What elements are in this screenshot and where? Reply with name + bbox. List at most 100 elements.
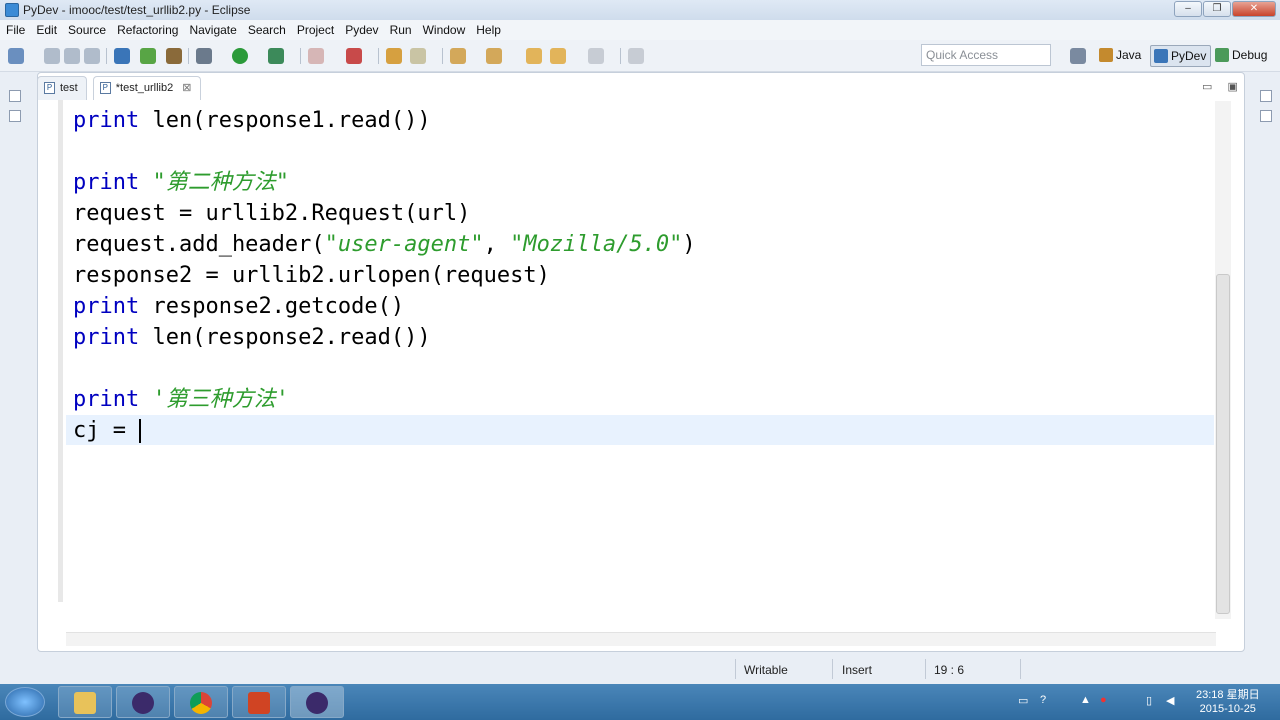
refresh-icon[interactable] xyxy=(140,48,156,64)
code-token: , xyxy=(483,232,511,257)
run-icon[interactable] xyxy=(232,48,248,64)
record-icon[interactable]: ● xyxy=(1100,694,1107,706)
network-icon[interactable]: ▭ xyxy=(1018,694,1028,707)
minimize-button[interactable]: – xyxy=(1174,1,1202,17)
tab-test-urllib2-label: *test_urllib2 xyxy=(115,82,174,94)
menu-navigate[interactable]: Navigate xyxy=(189,23,236,37)
code-token: request.add_header( xyxy=(73,232,325,257)
print-icon[interactable] xyxy=(84,48,100,64)
text-caret xyxy=(139,419,142,443)
maximize-button[interactable]: ❐ xyxy=(1203,1,1231,17)
bug-icon xyxy=(1215,48,1229,62)
code-line: cj = xyxy=(73,415,142,446)
string-token: "第二种方法" xyxy=(152,170,289,195)
external-tools-icon[interactable] xyxy=(346,48,362,64)
menu-file[interactable]: File xyxy=(6,23,25,37)
menu-pydev[interactable]: Pydev xyxy=(345,23,378,37)
code-line: request = urllib2.Request(url) xyxy=(73,198,470,229)
perspective-java[interactable]: Java xyxy=(1096,45,1145,67)
annotation-prev-icon[interactable] xyxy=(486,48,502,64)
menu-run[interactable]: Run xyxy=(390,23,412,37)
annotation-next-icon[interactable] xyxy=(450,48,466,64)
status-bar: Writable Insert 19 : 6 xyxy=(0,655,1280,683)
tab-test-urllib2[interactable]: P *test_urllib2 ⊠ xyxy=(92,76,201,100)
close-button[interactable]: ✕ xyxy=(1232,1,1276,17)
stop-icon[interactable] xyxy=(308,48,324,64)
code-line: print len(response1.read()) xyxy=(73,105,431,136)
left-trim-stack xyxy=(0,72,30,682)
taskbar-eclipse[interactable] xyxy=(116,686,170,718)
start-button[interactable] xyxy=(5,687,45,717)
package-explorer-icon[interactable] xyxy=(9,110,21,122)
python-icon[interactable] xyxy=(114,48,130,64)
maximize-view-icon[interactable]: ▣ xyxy=(1227,81,1237,93)
code-line: print response2.getcode() xyxy=(73,291,404,322)
code-line: response2 = urllib2.urlopen(request) xyxy=(73,260,550,291)
perspective-pydev[interactable]: PyDev xyxy=(1150,45,1212,67)
menu-edit[interactable]: Edit xyxy=(36,23,57,37)
run-config-icon[interactable] xyxy=(268,48,284,64)
windows-taskbar: ▭ ? ▲ ● ▯ ◀ 23:18 星期日 2015-10-25 xyxy=(0,684,1280,720)
chrome-icon xyxy=(190,692,212,714)
writable-status: Writable xyxy=(744,663,788,677)
java-icon xyxy=(1099,48,1113,62)
pencil-icon[interactable] xyxy=(410,48,426,64)
taskbar-explorer[interactable] xyxy=(58,686,112,718)
folder-icon xyxy=(74,692,96,714)
taskbar-chrome[interactable] xyxy=(174,686,228,718)
package-icon[interactable] xyxy=(166,48,182,64)
code-line: print '第三种方法' xyxy=(73,384,289,415)
taskbar-eclipse-active[interactable] xyxy=(290,686,344,718)
quick-access-input[interactable]: Quick Access xyxy=(921,44,1051,66)
keyword-token: print xyxy=(73,108,140,133)
debug-icon[interactable] xyxy=(196,48,212,64)
menu-refactoring[interactable]: Refactoring xyxy=(117,23,178,37)
code-token: response2 = urllib2.urlopen(request) xyxy=(73,263,550,288)
vertical-scroll-thumb[interactable] xyxy=(1216,274,1230,614)
tab-test-label: test xyxy=(60,82,78,94)
python-file-icon: P xyxy=(99,82,111,94)
help-icon[interactable]: ? xyxy=(1040,694,1046,706)
restore-right-icon[interactable] xyxy=(1260,90,1272,102)
open-folder-icon[interactable] xyxy=(386,48,402,64)
cursor-position: 19 : 6 xyxy=(934,663,965,677)
menu-search[interactable]: Search xyxy=(248,23,286,37)
battery-icon[interactable]: ▯ xyxy=(1146,694,1152,707)
perspective-pydev-label: PyDev xyxy=(1171,49,1207,63)
minimize-view-icon[interactable]: ▭ xyxy=(1202,81,1212,93)
insert-mode-status: Insert xyxy=(842,663,873,677)
code-token: response2.getcode() xyxy=(139,294,405,319)
code-token: len(response2.read()) xyxy=(139,325,431,350)
string-token: "Mozilla/5.0" xyxy=(510,232,683,257)
restore-icon[interactable] xyxy=(9,90,21,102)
taskbar-powerpoint[interactable] xyxy=(232,686,286,718)
menu-window[interactable]: Window xyxy=(423,23,466,37)
close-tab-icon[interactable]: ⊠ xyxy=(182,82,191,94)
menu-source[interactable]: Source xyxy=(68,23,106,37)
perspective-debug-label: Debug xyxy=(1232,48,1268,62)
menu-help[interactable]: Help xyxy=(476,23,501,37)
forward-icon[interactable] xyxy=(588,48,604,64)
code-line: print len(response2.read()) xyxy=(73,322,431,353)
new-icon[interactable] xyxy=(8,48,24,64)
system-clock[interactable]: 23:18 星期日 2015-10-25 xyxy=(1196,688,1260,716)
perspective-debug[interactable]: Debug xyxy=(1212,45,1271,67)
menu-project[interactable]: Project xyxy=(297,23,334,37)
keyword-token: print xyxy=(73,325,140,350)
save-icon[interactable] xyxy=(44,48,60,64)
open-perspective-icon[interactable] xyxy=(1070,48,1086,64)
tab-test[interactable]: P test xyxy=(37,76,87,100)
perspective-java-label: Java xyxy=(1116,48,1142,62)
volume-icon[interactable]: ◀ xyxy=(1166,694,1174,707)
code-editor[interactable]: print len(response1.read()) print "第二种方法"… xyxy=(73,100,1213,630)
outline-icon[interactable] xyxy=(1260,110,1272,122)
save-all-icon[interactable] xyxy=(64,48,80,64)
pin-editor-icon[interactable] xyxy=(628,48,644,64)
show-hidden-icons[interactable]: ▲ xyxy=(1080,694,1091,706)
back-icon[interactable] xyxy=(526,48,542,64)
horizontal-scrollbar[interactable] xyxy=(66,632,1216,646)
back-arrow-icon[interactable] xyxy=(550,48,566,64)
python-file-icon: P xyxy=(44,82,55,94)
powerpoint-icon xyxy=(248,692,270,714)
